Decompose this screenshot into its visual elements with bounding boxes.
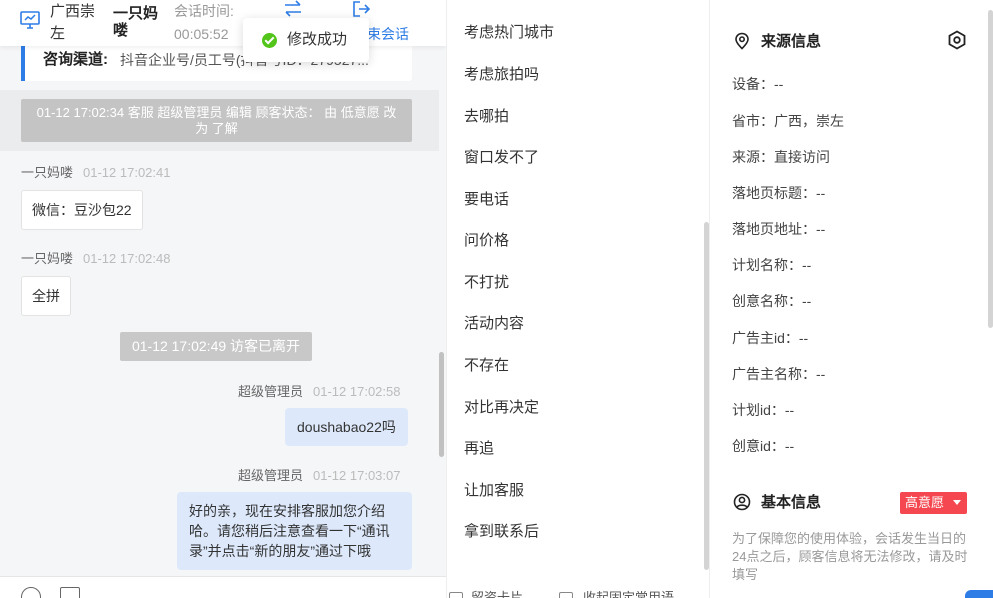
basic-info-title: 基本信息	[761, 494, 822, 511]
quick-reply-footer: 留资卡片 收起固定常用语	[447, 588, 711, 598]
quick-reply-item[interactable]: 不存在	[464, 355, 509, 377]
field-plan-name: 计划名称：--	[732, 257, 812, 273]
intent-level-dropdown[interactable]: 高意愿	[900, 492, 967, 514]
field-plan-id: 计划id：--	[732, 402, 795, 418]
lead-card-checkbox[interactable]	[449, 592, 463, 598]
quick-reply-item[interactable]: 让加客服	[464, 480, 524, 502]
user-circle-icon	[733, 493, 751, 511]
quick-reply-item[interactable]: 对比再决定	[464, 397, 539, 419]
sender-name: 一只妈喽	[21, 251, 74, 266]
chat-panel: 广西崇左 一只妈喽 会话时间: 00:05:52 束会话 修改成功 咨询渠道: …	[0, 0, 446, 598]
quick-reply-item[interactable]: 要电话	[464, 189, 509, 211]
sender-name: 超级管理员	[238, 468, 304, 483]
customer-info-panel: 来源信息 设备：-- 省市：广西，崇左 来源：直接访问 落地页标题：-- 落地页…	[711, 0, 993, 598]
exit-icon[interactable]	[352, 0, 370, 18]
sender-name: 超级管理员	[238, 384, 304, 399]
quick-reply-panel: 考虑热门城市 考虑旅拍吗 去哪拍 窗口发不了 要电话 问价格 不打扰 活动内容 …	[446, 0, 710, 598]
field-source: 来源：直接访问	[732, 149, 830, 165]
session-time-label: 会话时间:	[174, 3, 234, 19]
info-scrollbar[interactable]	[988, 10, 993, 328]
quick-reply-item[interactable]: 考虑旅拍吗	[464, 64, 539, 86]
message-sender: 一只妈喽 01-12 17:02:48	[21, 250, 170, 268]
success-toast: 修改成功	[243, 18, 369, 62]
settings-icon[interactable]	[947, 30, 967, 50]
outgoing-message: doushabao22吗	[285, 408, 408, 446]
message-time: 01-12 17:02:58	[313, 384, 401, 399]
incoming-message: 全拼	[21, 276, 71, 316]
toast-text: 修改成功	[287, 31, 348, 48]
chat-scrollbar[interactable]	[439, 352, 444, 457]
quick-reply-item[interactable]: 考虑热门城市	[464, 22, 554, 44]
chat-header: 广西崇左 一只妈喽 会话时间: 00:05:52 束会话	[0, 0, 446, 46]
intent-level-value: 高意愿	[905, 495, 945, 510]
field-advertiser-name: 广告主名称：--	[732, 366, 826, 382]
sender-name: 一只妈喽	[21, 165, 74, 180]
collapse-phrases-checkbox[interactable]	[559, 592, 573, 598]
field-device: 设备：--	[732, 76, 784, 92]
message-time: 01-12 17:02:48	[83, 251, 171, 266]
outgoing-message: 好的亲，现在安排客服加您介绍哈。请您稍后注意查看一下“通讯录”并点击“新的朋友”…	[177, 492, 412, 570]
incoming-message: 微信：豆沙包22	[21, 190, 143, 230]
channel-label: 咨询渠道:	[43, 51, 108, 68]
caret-down-icon	[953, 500, 961, 505]
message-time: 01-12 17:02:41	[83, 165, 171, 180]
message-time: 01-12 17:03:07	[313, 468, 401, 483]
field-creative-id: 创意id：--	[732, 438, 795, 454]
quick-reply-item[interactable]: 问价格	[464, 230, 509, 252]
quick-reply-scrollbar[interactable]	[704, 222, 709, 570]
transfer-icon[interactable]	[283, 0, 303, 18]
quick-reply-item[interactable]: 活动内容	[464, 313, 524, 335]
emoji-icon[interactable]	[21, 587, 41, 598]
customer-region: 广西崇左	[50, 3, 96, 42]
edit-notice: 为了保障您的使用体验，会话发生当日的24点之后，顾客信息将无法修改，请及时填写	[732, 531, 968, 582]
quick-reply-item[interactable]: 再追	[464, 438, 494, 460]
lead-card-label: 留资卡片	[471, 590, 524, 598]
quick-reply-item[interactable]: 窗口发不了	[464, 147, 539, 169]
field-landing-url: 落地页地址：--	[732, 221, 826, 237]
image-icon[interactable]	[60, 587, 80, 598]
visitor-left-notice: 01-12 17:02:49 访客已离开	[120, 332, 312, 361]
message-sender: 超级管理员 01-12 17:03:07	[238, 467, 400, 485]
session-time-value: 00:05:52	[174, 26, 229, 42]
quick-reply-item[interactable]: 拿到联系后	[464, 521, 539, 543]
message-sender: 一只妈喽 01-12 17:02:41	[21, 164, 170, 182]
message-sender: 超级管理员 01-12 17:02:58	[238, 383, 400, 401]
quick-reply-item[interactable]: 去哪拍	[464, 106, 509, 128]
field-creative-name: 创意名称：--	[732, 293, 812, 309]
location-pin-icon	[735, 32, 749, 50]
system-status-message: 01-12 17:02:34 客服 超级管理员 编辑 顾客状态： 由 低意愿 改…	[21, 99, 412, 142]
collapse-phrases-label: 收起固定常用语	[583, 590, 675, 598]
chat-toolbar	[0, 576, 446, 598]
floating-action-button[interactable]	[965, 590, 993, 598]
field-province: 省市：广西，崇左	[732, 113, 844, 129]
source-info-title: 来源信息	[761, 33, 822, 50]
end-session-button[interactable]: 束会话	[367, 24, 409, 44]
field-advertiser-id: 广告主id：--	[732, 330, 809, 346]
monitor-icon	[20, 11, 40, 29]
check-circle-icon	[262, 33, 277, 48]
customer-name: 一只妈喽	[113, 5, 159, 39]
field-landing-title: 落地页标题：--	[732, 185, 826, 201]
quick-reply-item[interactable]: 不打扰	[464, 272, 509, 294]
